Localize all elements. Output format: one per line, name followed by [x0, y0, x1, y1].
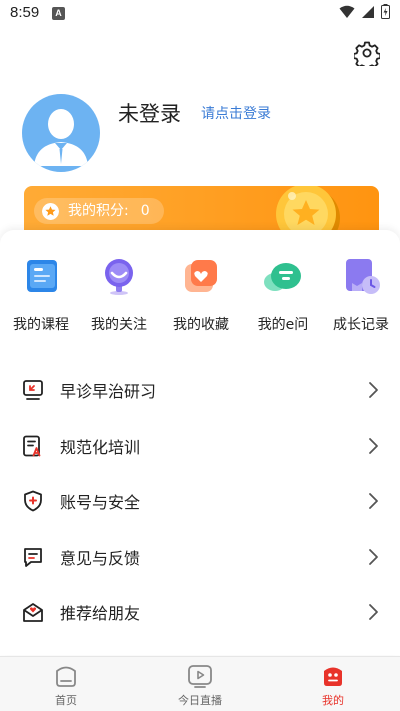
chevron-right-icon [369, 604, 378, 620]
menu-label: 推荐给朋友 [60, 604, 141, 623]
menu-item-feedback[interactable]: 意见与反馈 [0, 529, 400, 585]
points-value: 0 [140, 203, 150, 219]
menu-label: 早诊早治研习 [60, 382, 157, 401]
battery-icon [381, 4, 390, 19]
default-user-icon [34, 109, 88, 166]
menu-item-standardized-training[interactable]: 规范化培训 [0, 418, 400, 474]
follow-icon [105, 259, 133, 295]
early-diagnosis-icon [23, 380, 43, 400]
tab-live-today[interactable]: 今日直播 [160, 663, 240, 708]
training-icon [23, 435, 41, 456]
tab-label: 首页 [55, 694, 77, 707]
menu-label: 账号与安全 [60, 493, 141, 512]
tab-home[interactable]: 首页 [26, 663, 106, 708]
e-question-icon [264, 263, 301, 291]
wifi-icon [339, 5, 355, 18]
content-panel: 我的课程 我的关注 我的收藏 我的e问 成长记录 早诊早治研习 规范化培训 账号… [0, 230, 400, 655]
tab-mine[interactable]: 我的 [293, 663, 373, 708]
signal-icon [362, 5, 374, 18]
quick-label: 成长记录 [333, 317, 389, 333]
gear-icon [352, 41, 382, 71]
chevron-right-icon [369, 493, 378, 509]
chevron-right-icon [369, 437, 378, 454]
status-time: 8:59 [10, 4, 40, 21]
bottom-tab-bar: 首页 今日直播 我的 [0, 656, 400, 711]
mine-icon [324, 667, 342, 686]
security-shield-icon [24, 490, 42, 512]
status-bar: 8:59 A [0, 0, 400, 28]
feedback-icon [24, 547, 42, 567]
menu-item-early-diagnosis[interactable]: 早诊早治研习 [0, 362, 400, 418]
points-label: 我的积分: [68, 203, 129, 219]
tab-label: 我的 [322, 694, 344, 707]
points-pill: 我的积分: 0 [34, 198, 164, 224]
quick-actions: 我的课程 我的关注 我的收藏 我的e问 成长记录 [0, 256, 400, 346]
home-icon [56, 666, 76, 687]
menu-item-account-security[interactable]: 账号与安全 [0, 473, 400, 529]
username: 未登录 [118, 102, 181, 126]
chevron-right-icon [369, 548, 378, 565]
recommend-icon [23, 603, 43, 622]
settings-menu: 早诊早治研习 规范化培训 账号与安全 意见与反馈 推荐给朋友 [0, 362, 400, 640]
quick-item-my-favorites[interactable]: 我的收藏 [161, 256, 241, 334]
profile-header: 未登录 请点击登录 [0, 90, 400, 180]
favorites-icon [185, 260, 217, 292]
growth-record-icon [346, 259, 380, 294]
menu-label: 规范化培训 [60, 437, 141, 457]
quick-item-growth-record[interactable]: 成长记录 [321, 256, 400, 334]
quick-item-my-follows[interactable]: 我的关注 [79, 256, 159, 334]
live-icon [188, 665, 212, 688]
status-indicators [339, 4, 390, 19]
menu-item-recommend-friends[interactable]: 推荐给朋友 [0, 584, 400, 640]
menu-label: 意见与反馈 [60, 548, 141, 568]
course-icon [27, 260, 57, 292]
quick-label: 我的关注 [91, 317, 147, 333]
quick-label: 我的课程 [13, 317, 69, 333]
chevron-right-icon [369, 382, 378, 398]
quick-item-my-courses[interactable]: 我的课程 [1, 256, 81, 334]
quick-label: 我的收藏 [173, 317, 229, 333]
quick-item-my-e-questions[interactable]: 我的e问 [243, 256, 323, 334]
settings-button[interactable] [352, 40, 382, 71]
star-icon [42, 203, 59, 220]
avatar[interactable] [22, 94, 100, 172]
quick-label: 我的e问 [257, 317, 309, 333]
notification-icon: A [52, 7, 65, 20]
login-link[interactable]: 请点击登录 [201, 103, 271, 123]
tab-label: 今日直播 [178, 694, 222, 707]
